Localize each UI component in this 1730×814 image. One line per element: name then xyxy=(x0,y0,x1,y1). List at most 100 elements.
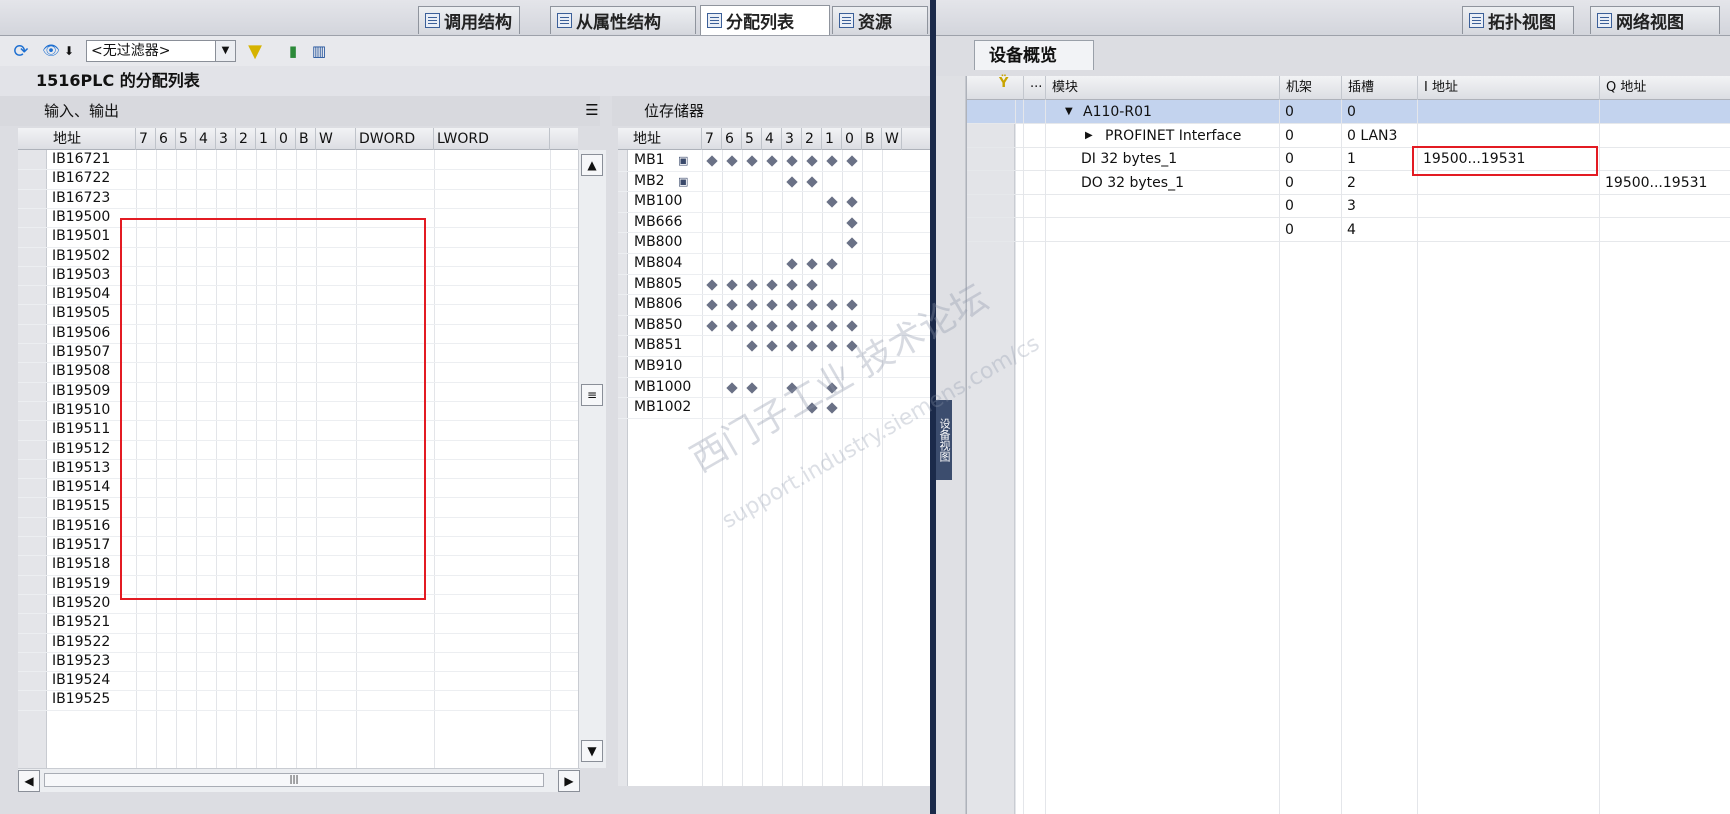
memory-address-cell[interactable]: MB805 xyxy=(634,274,682,295)
q-address-cell[interactable]: 19500...19531 xyxy=(1599,171,1707,195)
memory-column-header[interactable]: 1 xyxy=(822,128,842,150)
memory-address-cell[interactable]: MB1002 xyxy=(634,397,691,418)
memory-address-cell[interactable]: MB2 xyxy=(634,171,665,192)
io-address-cell[interactable]: IB19522 xyxy=(52,632,110,653)
memory-column-header[interactable]: 地址 xyxy=(630,128,702,150)
io-address-cell[interactable]: IB19503 xyxy=(52,265,110,286)
io-address-cell[interactable]: IB19504 xyxy=(52,284,110,305)
rack-cell[interactable]: 0 xyxy=(1279,194,1294,218)
topology-view-button[interactable]: 拓扑视图 xyxy=(1462,6,1574,34)
io-column-header[interactable]: 4 xyxy=(196,128,216,150)
io-column-header[interactable]: LWORD xyxy=(434,128,550,150)
scroll-up-icon[interactable]: ▲ xyxy=(581,154,603,176)
rack-cell[interactable]: 0 xyxy=(1279,147,1294,171)
io-address-cell[interactable]: IB19507 xyxy=(52,342,110,363)
column-header-rack[interactable]: 机架 xyxy=(1279,76,1349,100)
io-address-cell[interactable]: IB19524 xyxy=(52,670,110,691)
io-vertical-scrollbar[interactable]: ▲ ≡ ▼ xyxy=(578,150,606,768)
memory-column-header[interactable]: 3 xyxy=(782,128,802,150)
rack-cell[interactable]: 0 xyxy=(1279,100,1294,124)
memory-address-cell[interactable]: MB850 xyxy=(634,315,682,336)
io-address-cell[interactable]: IB19509 xyxy=(52,381,110,402)
io-column-header[interactable]: 地址 xyxy=(50,128,136,150)
device-table-row[interactable]: 04 xyxy=(967,218,1730,242)
memory-column-header[interactable]: 6 xyxy=(722,128,742,150)
io-address-cell[interactable]: IB19508 xyxy=(52,361,110,382)
tab-dependency-structure[interactable]: 从属性结构 xyxy=(550,6,696,34)
io-address-cell[interactable]: IB19516 xyxy=(52,516,110,537)
io-column-header[interactable]: W xyxy=(316,128,356,150)
io-address-cell[interactable]: IB19518 xyxy=(52,554,110,575)
io-address-cell[interactable]: IB19515 xyxy=(52,496,110,517)
column-header-q-address[interactable]: Q 地址 xyxy=(1599,76,1730,100)
slot-cell[interactable]: 2 xyxy=(1341,171,1356,195)
memory-column-header[interactable]: W xyxy=(882,128,902,150)
network-view-button[interactable]: 网络视图 xyxy=(1590,6,1720,34)
slot-cell[interactable]: 0 xyxy=(1341,100,1356,124)
io-address-cell[interactable]: IB19502 xyxy=(52,246,110,267)
io-address-cell[interactable]: IB19514 xyxy=(52,477,110,498)
io-address-cell[interactable]: IB16722 xyxy=(52,168,110,189)
scroll-thumb-grip-icon[interactable]: ≡ xyxy=(581,384,603,406)
scroll-left-icon[interactable]: ◀ xyxy=(18,770,40,792)
memory-address-cell[interactable]: MB100 xyxy=(634,191,682,212)
tab-device-overview[interactable]: 设备概览 xyxy=(974,40,1094,70)
device-table-row[interactable]: 03 xyxy=(967,194,1730,218)
tab-call-structure[interactable]: 调用结构 xyxy=(418,6,520,34)
column-header-slot[interactable]: 插槽 xyxy=(1341,76,1421,100)
module-cell[interactable]: DO 32 bytes_1 xyxy=(1075,171,1184,195)
column-header-module[interactable]: 模块 xyxy=(1045,76,1245,100)
io-address-cell[interactable]: IB19510 xyxy=(52,400,110,421)
scroll-right-icon[interactable]: ▶ xyxy=(558,770,580,792)
io-column-header[interactable]: B xyxy=(296,128,316,150)
rack-cell[interactable]: 0 xyxy=(1279,171,1294,195)
list-sort-icon[interactable]: ☰ xyxy=(582,100,602,120)
download-arrow-icon[interactable]: ⬇ xyxy=(62,40,76,62)
io-address-cell[interactable]: IB19520 xyxy=(52,593,110,614)
rack-cell[interactable]: 0 xyxy=(1279,124,1294,148)
device-table-row[interactable]: DO 32 bytes_1 0 2 19500...19531 xyxy=(967,171,1730,195)
io-address-cell[interactable]: IB19500 xyxy=(52,207,110,228)
memory-address-cell[interactable]: MB804 xyxy=(634,253,682,274)
refresh-icon[interactable]: ⟳ xyxy=(10,40,32,62)
memory-column-header[interactable]: 5 xyxy=(742,128,762,150)
module-cell[interactable] xyxy=(1075,194,1081,218)
expand-right-icon[interactable]: ▶ xyxy=(1079,124,1093,148)
tab-assignment-list[interactable]: 分配列表 xyxy=(700,5,830,35)
memory-address-cell[interactable]: MB666 xyxy=(634,212,682,233)
io-address-cell[interactable]: IB19506 xyxy=(52,323,110,344)
filter-select[interactable]: <无过滤器> ▼ xyxy=(86,40,236,62)
device-table-row[interactable]: ▶ PROFINET Interface 0 0 LAN3 xyxy=(967,124,1730,148)
io-address-cell[interactable]: IB19521 xyxy=(52,612,110,633)
device-table-row[interactable]: DI 32 bytes_1 0 1 19500...19531 xyxy=(967,147,1730,171)
io-column-header[interactable]: 1 xyxy=(256,128,276,150)
module-cell[interactable] xyxy=(1075,218,1081,242)
column-header-i-address[interactable]: I 地址 xyxy=(1417,76,1607,100)
slot-cell[interactable]: 1 xyxy=(1341,147,1356,171)
memory-address-cell[interactable]: MB1 xyxy=(634,150,665,171)
memory-address-cell[interactable]: MB851 xyxy=(634,335,682,356)
filter-funnel-icon[interactable]: ▼ xyxy=(244,40,266,62)
view-options-icon[interactable]: 👁 xyxy=(40,40,62,62)
h-scroll-thumb[interactable]: ||| xyxy=(44,773,544,787)
tab-resources[interactable]: 资源 xyxy=(832,6,928,34)
memory-address-cell[interactable]: MB1000 xyxy=(634,377,691,398)
scroll-down-icon[interactable]: ▼ xyxy=(581,740,603,762)
expand-down-icon[interactable]: ▼ xyxy=(1059,100,1073,124)
io-address-cell[interactable]: IB19511 xyxy=(52,419,110,440)
device-view-side-tab[interactable]: 设备视图 xyxy=(936,400,952,480)
io-column-header[interactable]: 3 xyxy=(216,128,236,150)
io-column-header[interactable]: DWORD xyxy=(356,128,434,150)
io-column-header[interactable]: 2 xyxy=(236,128,256,150)
io-column-header[interactable]: 5 xyxy=(176,128,196,150)
memory-column-header[interactable]: 4 xyxy=(762,128,782,150)
rack-cell[interactable]: 0 xyxy=(1279,218,1294,242)
module-cell[interactable]: A110-R01 xyxy=(1077,100,1152,124)
io-address-cell[interactable]: IB16723 xyxy=(52,188,110,209)
memory-address-cell[interactable]: MB800 xyxy=(634,232,682,253)
io-column-header[interactable]: 0 xyxy=(276,128,296,150)
io-address-cell[interactable]: IB19513 xyxy=(52,458,110,479)
memory-column-header[interactable]: B xyxy=(862,128,882,150)
io-column-header[interactable]: 7 xyxy=(136,128,156,150)
memory-column-header[interactable]: 0 xyxy=(842,128,862,150)
